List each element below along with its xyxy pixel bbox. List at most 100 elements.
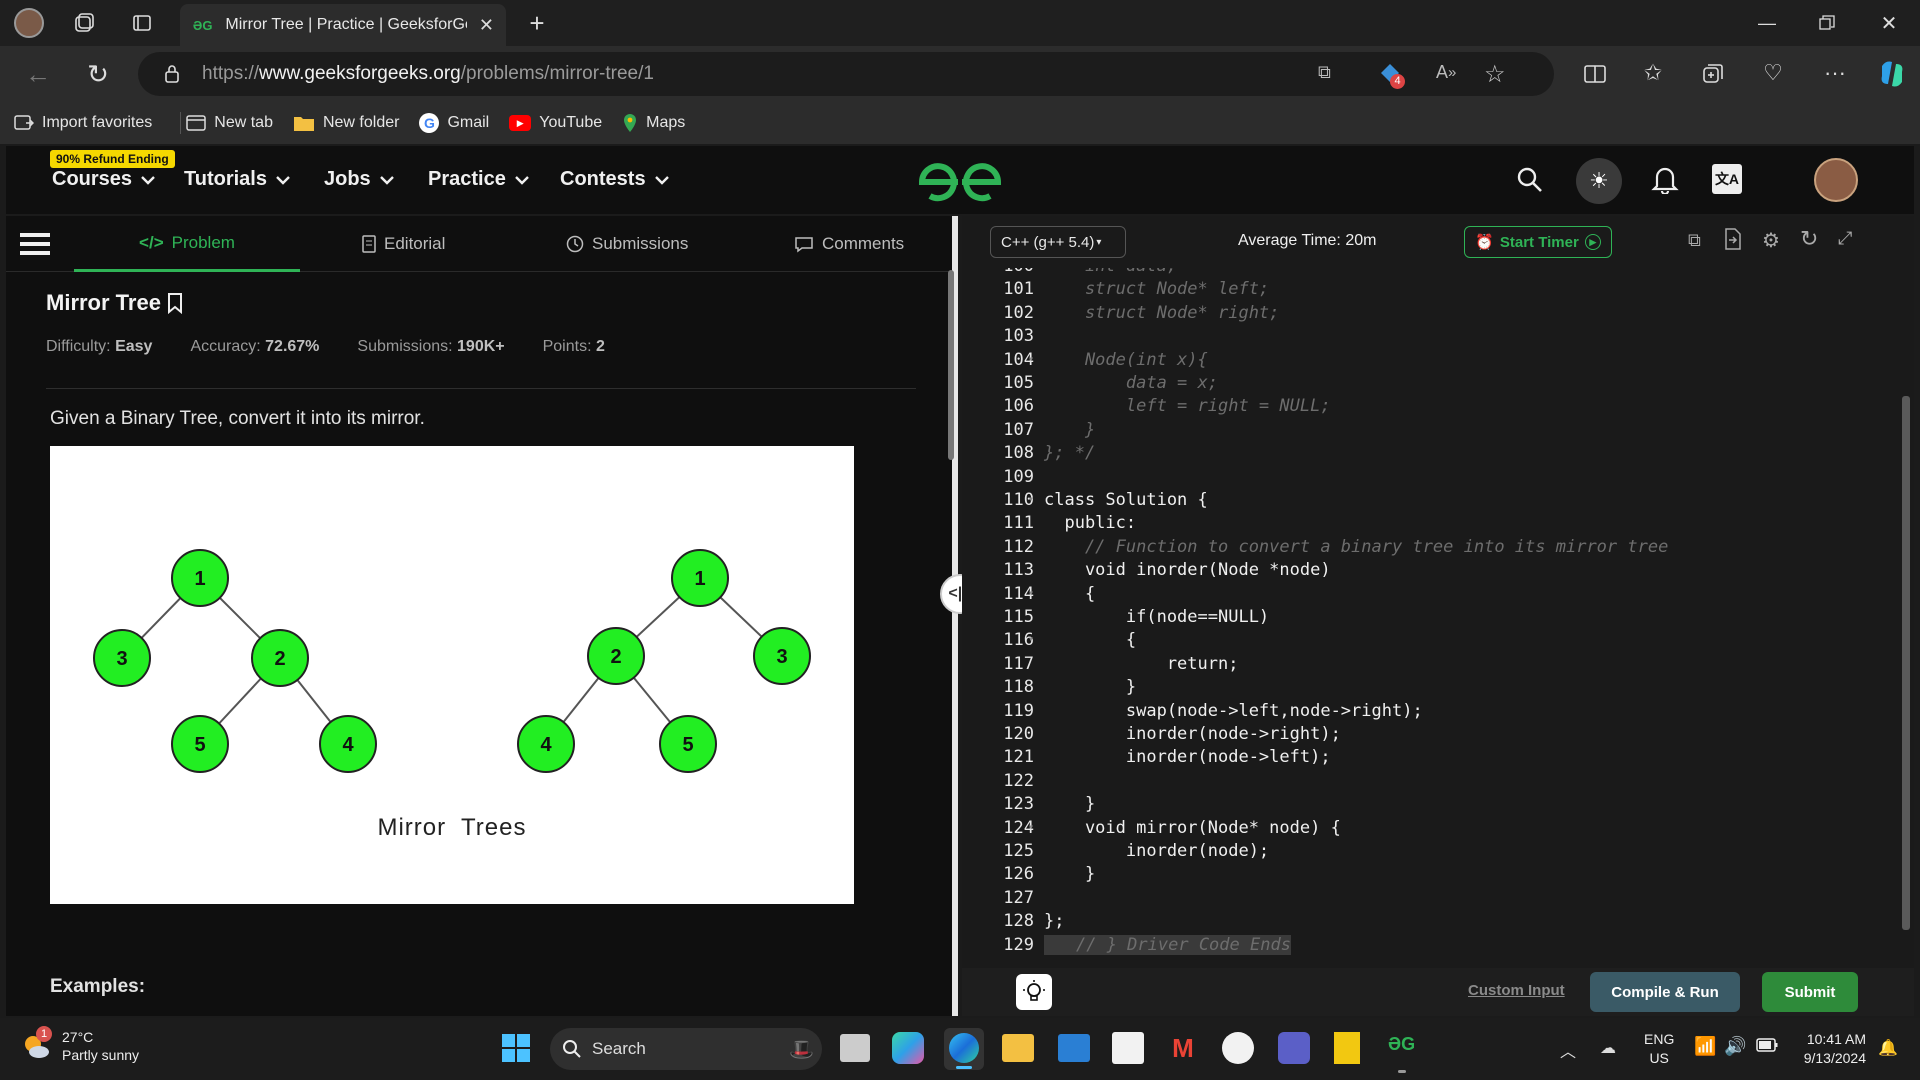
- taskbar-app-mail[interactable]: [1058, 1034, 1090, 1062]
- settings-gear-icon[interactable]: ⚙: [1762, 228, 1780, 253]
- lang-top: ENG: [1644, 1031, 1675, 1047]
- taskbar-app-gfg[interactable]: ƏG: [1388, 1034, 1415, 1055]
- chevron-down-icon: [514, 175, 530, 185]
- nav-jobs[interactable]: Jobs: [324, 168, 395, 191]
- fullscreen-icon[interactable]: ⤢: [1838, 228, 1852, 249]
- tab-editorial[interactable]: Editorial: [362, 216, 445, 272]
- battery-icon[interactable]: [1756, 1038, 1778, 1052]
- taskbar-app-copilot[interactable]: [892, 1032, 924, 1064]
- translate-icon[interactable]: 文A: [1712, 164, 1742, 194]
- tree-node: 5: [171, 715, 229, 773]
- favorite-new-folder[interactable]: New folder: [293, 114, 399, 132]
- hint-bulb-icon[interactable]: [1016, 974, 1052, 1010]
- language-select[interactable]: C++ (g++ 5.4) ▾: [990, 226, 1126, 258]
- timer-label: Start Timer: [1499, 233, 1579, 251]
- favorite-new-tab[interactable]: New tab: [186, 114, 273, 132]
- workspaces-icon[interactable]: [70, 10, 98, 36]
- hamburger-menu-icon[interactable]: [20, 230, 50, 258]
- weather-widget[interactable]: 1 27°C Partly sunny: [20, 1026, 139, 1064]
- favorite-maps[interactable]: Maps: [622, 113, 685, 133]
- submit-button[interactable]: Submit: [1762, 972, 1858, 1012]
- nav-practice[interactable]: Practice: [428, 168, 530, 191]
- fold-arrow-icon[interactable]: ▾: [1028, 634, 1034, 645]
- taskbar-app-gmail[interactable]: M: [1166, 1032, 1200, 1064]
- more-options-icon[interactable]: ···: [1820, 58, 1850, 88]
- theme-toggle-icon[interactable]: ☀: [1576, 158, 1622, 204]
- tab-problem[interactable]: </> Problem: [74, 216, 300, 272]
- collections-icon[interactable]: [1698, 60, 1728, 88]
- clock[interactable]: 10:41 AM 9/13/2024: [1790, 1030, 1866, 1068]
- taskbar-app-task-view[interactable]: [840, 1034, 870, 1062]
- editor-scrollbar[interactable]: [1902, 396, 1910, 930]
- meta-divider: [46, 388, 916, 389]
- tab-comments[interactable]: Comments: [794, 216, 904, 272]
- fold-arrow-icon[interactable]: ▾: [1028, 494, 1034, 505]
- copilot-icon[interactable]: [1874, 56, 1910, 92]
- profile-avatar[interactable]: [14, 8, 44, 38]
- nav-contests[interactable]: Contests: [560, 168, 670, 191]
- svg-text:1: 1: [194, 568, 205, 590]
- compile-run-button[interactable]: Compile & Run: [1590, 972, 1740, 1012]
- read-aloud-icon[interactable]: A»: [1436, 62, 1456, 83]
- fold-arrow-icon[interactable]: ▾: [1028, 354, 1034, 365]
- tab-submissions[interactable]: Submissions: [566, 216, 688, 272]
- split-screen-icon[interactable]: [1580, 60, 1610, 88]
- minimize-icon[interactable]: —: [1752, 10, 1782, 36]
- back-icon[interactable]: ←: [22, 58, 54, 90]
- gfg-logo[interactable]: [918, 162, 1002, 207]
- notifications-icon[interactable]: 🔔: [1878, 1038, 1898, 1058]
- extension-icon[interactable]: 4: [1376, 60, 1405, 89]
- tray-onedrive-icon[interactable]: ☁: [1600, 1038, 1616, 1058]
- taskbar-app-edge[interactable]: [944, 1028, 984, 1070]
- fold-arrow-icon[interactable]: ▾: [1028, 588, 1034, 599]
- chevron-down-icon: ▾: [1096, 236, 1102, 248]
- taskbar-app-whatsapp[interactable]: [1222, 1032, 1254, 1064]
- copy-icon[interactable]: ⧉: [1688, 230, 1701, 251]
- favorite-gmail[interactable]: G Gmail: [419, 113, 489, 133]
- browser-essentials-icon[interactable]: ♡: [1758, 58, 1788, 88]
- favorite-youtube[interactable]: ▶ YouTube: [509, 114, 602, 132]
- search-icon[interactable]: [1514, 164, 1546, 196]
- left-scrollbar[interactable]: [948, 270, 954, 460]
- nav-courses[interactable]: Courses: [52, 168, 156, 191]
- close-window-icon[interactable]: ✕: [1874, 10, 1904, 36]
- favorites-bar: Import favorites New tab New folder G Gm…: [0, 102, 1920, 144]
- favorite-star-icon[interactable]: ☆: [1484, 60, 1506, 89]
- favorites-icon[interactable]: ✩: [1638, 58, 1668, 88]
- browser-tab-active[interactable]: ƏG Mirror Tree | Practice | GeeksforGe ✕: [180, 4, 506, 46]
- line-number: 106: [1003, 396, 1034, 417]
- wifi-icon[interactable]: 📶: [1694, 1036, 1716, 1057]
- user-avatar[interactable]: [1814, 158, 1858, 202]
- taskbar-app-notepad[interactable]: [1112, 1032, 1144, 1064]
- code-line: struct Node* right;: [1044, 302, 1280, 323]
- nav-tutorials[interactable]: Tutorials: [184, 168, 291, 191]
- tray-chevron-up-icon[interactable]: ︿: [1560, 1038, 1576, 1062]
- tab-actions-icon[interactable]: [128, 10, 156, 36]
- taskbar-app-teams[interactable]: [1278, 1032, 1310, 1064]
- start-timer-button[interactable]: ⏰ Start Timer ▸: [1464, 226, 1612, 258]
- close-tab-icon[interactable]: ✕: [479, 15, 494, 36]
- refresh-icon[interactable]: ↻: [82, 58, 114, 90]
- url-bar[interactable]: https://www.geeksforgeeks.org/problems/m…: [138, 52, 1554, 96]
- volume-icon[interactable]: 🔊: [1724, 1036, 1746, 1057]
- favorite-import[interactable]: Import favorites: [14, 114, 152, 132]
- import-file-icon[interactable]: [1724, 228, 1742, 250]
- notification-bell-icon[interactable]: [1648, 162, 1682, 196]
- open-in-app-icon[interactable]: ⧉: [1318, 62, 1331, 83]
- new-tab-plus-icon[interactable]: +: [522, 8, 552, 38]
- fold-arrow-icon[interactable]: ▾: [1028, 822, 1034, 833]
- code-editor[interactable]: 100 int data; 101 struct Node* left; 102 s…: [962, 268, 1914, 968]
- tree-node: 2: [587, 627, 645, 685]
- windows-start-icon[interactable]: [502, 1034, 530, 1062]
- reset-icon[interactable]: ↻: [1800, 226, 1818, 252]
- taskbar-search[interactable]: Search 🎩: [550, 1028, 822, 1070]
- meta-value: 190K+: [457, 338, 505, 355]
- taskbar-app-powerbi[interactable]: [1334, 1032, 1360, 1064]
- bookmark-icon[interactable]: [167, 292, 183, 314]
- code-line: {: [1044, 630, 1137, 651]
- editor-pane: C++ (g++ 5.4) ▾ Average Time: 20m ⏰ Star…: [962, 216, 1914, 1016]
- taskbar-app-explorer[interactable]: [1002, 1034, 1034, 1062]
- restore-icon[interactable]: [1812, 10, 1842, 36]
- language-indicator[interactable]: ENG US: [1644, 1030, 1674, 1068]
- custom-input-link[interactable]: Custom Input: [1468, 982, 1565, 999]
